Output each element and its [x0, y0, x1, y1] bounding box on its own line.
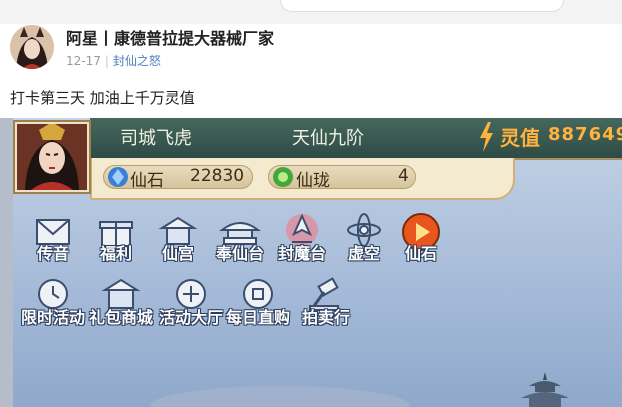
game-screenshot[interactable]: 司城飞虎 天仙九阶 灵值 887649 仙石 22830 仙珑 4 传音 福利 …: [0, 118, 622, 407]
menu-label: 活动大厅: [158, 308, 223, 327]
top-bar: [0, 0, 622, 24]
post-meta: 12-17 | 封仙之怒: [66, 52, 161, 69]
menu-button-auction[interactable]: 拍卖行: [298, 276, 354, 334]
jade-icon: [273, 167, 293, 187]
jade-value: 4: [398, 166, 409, 186]
menu-button-xianshi[interactable]: 仙石: [393, 212, 449, 270]
menu-button-event-hall[interactable]: 活动大厅: [159, 276, 223, 334]
pagoda-icon: [521, 372, 569, 407]
player-portrait[interactable]: [17, 124, 87, 190]
player-name: 司城飞虎: [120, 128, 192, 149]
post-text: 打卡第三天 加油上千万灵值: [10, 89, 195, 107]
crystal-value: 22830: [190, 166, 245, 186]
menu-button-chuanyin[interactable]: 传音: [25, 212, 81, 270]
menu-button-timed-event[interactable]: 限时活动: [21, 276, 85, 334]
menu-button-daily-purchase[interactable]: 每日直购: [226, 276, 290, 334]
lightning-icon: [480, 122, 493, 152]
menu-button-fuli[interactable]: 福利: [88, 212, 144, 270]
post-date: 12-17: [66, 54, 101, 68]
power-value: 887649: [548, 124, 622, 145]
topic-link[interactable]: 封仙之怒: [113, 54, 161, 68]
author-avatar[interactable]: [10, 25, 54, 69]
game-left-edge: [0, 118, 13, 407]
menu-label: 拍卖行: [301, 308, 350, 327]
player-realm: 天仙九阶: [292, 128, 364, 149]
author-name[interactable]: 阿星丨康德普拉提大器械厂家: [66, 25, 274, 49]
menu-button-xiangong[interactable]: 仙宫: [150, 212, 206, 270]
crystal-icon: [108, 167, 128, 187]
menu-label: 限时活动: [20, 308, 85, 327]
menu-label: 每日直购: [225, 308, 290, 327]
menu-button-fengxiantai[interactable]: 奉仙台: [212, 212, 268, 270]
power-label: 灵值: [500, 126, 540, 150]
crystal-label: 仙石: [130, 171, 164, 191]
menu-button-gift-shop[interactable]: 礼包商城: [89, 276, 153, 334]
menu-label: 礼包商城: [88, 308, 153, 327]
search-field[interactable]: [280, 0, 564, 12]
jade-label: 仙珑: [296, 171, 330, 191]
menu-label: 仙石: [404, 244, 437, 263]
menu-button-fengmotai[interactable]: 封魔台: [274, 212, 330, 270]
meta-divider: |: [104, 54, 109, 68]
